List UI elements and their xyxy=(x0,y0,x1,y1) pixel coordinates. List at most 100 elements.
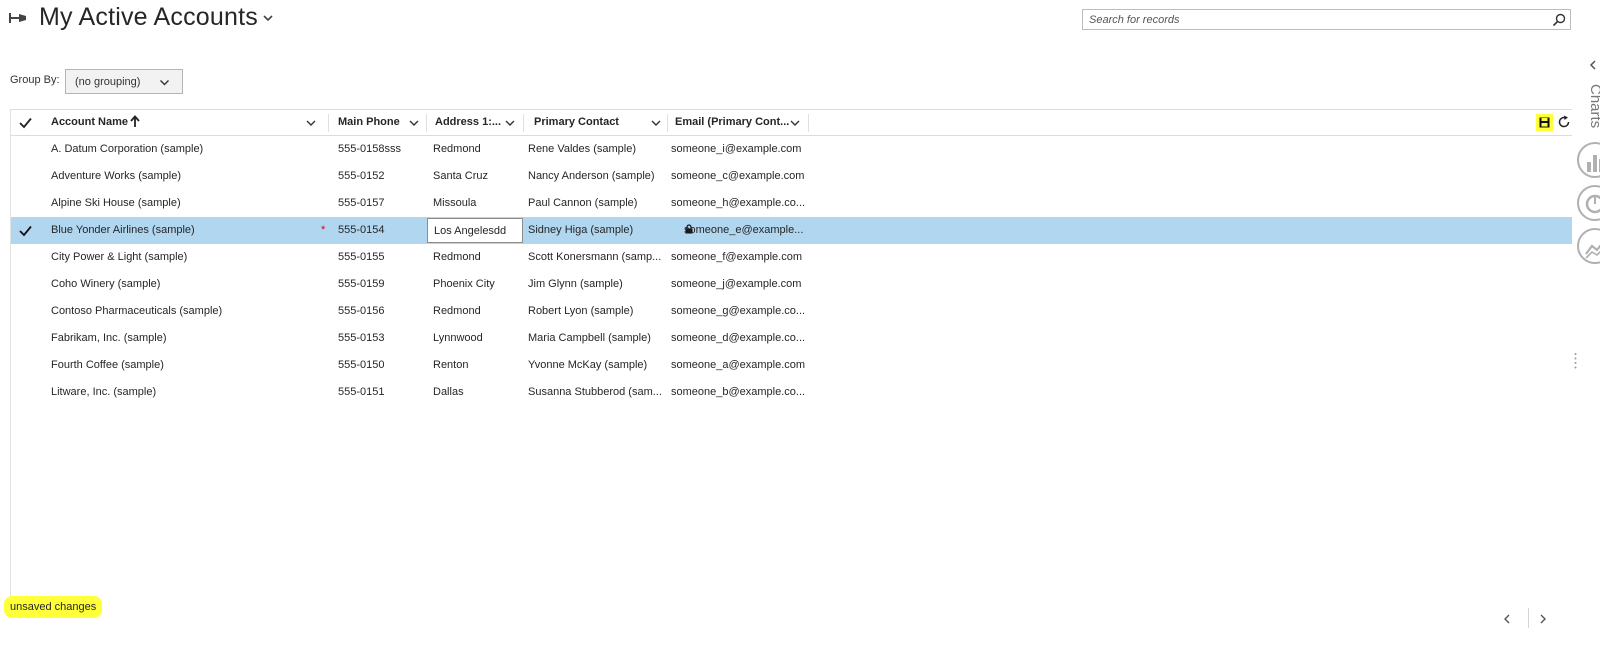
table-row[interactable]: Adventure Works (sample) 555-0152 Santa … xyxy=(11,163,1572,190)
pin-icon[interactable] xyxy=(8,10,28,26)
primary-contact-cell[interactable]: Nancy Anderson (sample) xyxy=(528,170,665,182)
column-header-account-name[interactable]: Account Name xyxy=(41,110,324,135)
main-phone-cell[interactable]: 555-0159 xyxy=(338,278,424,290)
address-city-cell[interactable]: Phoenix City xyxy=(433,278,521,290)
refresh-icon[interactable] xyxy=(1557,115,1571,129)
chevron-left-icon[interactable] xyxy=(1589,60,1597,70)
table-row[interactable]: A. Datum Corporation (sample) 555-0158ss… xyxy=(11,136,1572,163)
primary-contact-cell[interactable]: Paul Cannon (sample) xyxy=(528,197,665,209)
address-city-cell[interactable]: Redmond xyxy=(433,143,521,155)
primary-contact-cell[interactable]: Susanna Stubberod (sam... xyxy=(528,386,665,398)
address-city-edit-cell xyxy=(427,218,523,243)
main-phone-cell[interactable]: 555-0158sss xyxy=(338,143,424,155)
primary-contact-cell[interactable]: Robert Lyon (sample) xyxy=(528,305,665,317)
account-name-cell[interactable]: Coho Winery (sample) xyxy=(51,278,321,290)
bar-chart-icon[interactable] xyxy=(1577,142,1600,178)
group-by-select[interactable]: (no grouping) xyxy=(65,69,183,94)
main-phone-cell[interactable]: 555-0151 xyxy=(338,386,424,398)
main-phone-cell[interactable]: 555-0156 xyxy=(338,305,424,317)
main-phone-cell[interactable]: 555-0153 xyxy=(338,332,424,344)
email-cell[interactable]: someone_c@example.com xyxy=(671,170,806,182)
line-chart-icon[interactable] xyxy=(1577,228,1600,264)
view-selector-chevron-icon[interactable] xyxy=(262,12,274,24)
address-city-cell[interactable]: Lynnwood xyxy=(433,332,521,344)
account-name-cell[interactable]: A. Datum Corporation (sample) xyxy=(51,143,321,155)
address-city-cell[interactable]: Redmond xyxy=(433,251,521,263)
account-name-cell[interactable]: City Power & Light (sample) xyxy=(51,251,321,263)
address-city-input[interactable] xyxy=(428,219,522,242)
sort-ascending-arrow-icon xyxy=(130,115,140,127)
column-header-address-city[interactable]: Address 1:... xyxy=(429,110,521,135)
account-name-cell[interactable]: Fourth Coffee (sample) xyxy=(51,359,321,371)
account-name-cell[interactable]: Alpine Ski House (sample) xyxy=(51,197,321,209)
email-cell[interactable]: someone_a@example.com xyxy=(671,359,806,371)
email-cell[interactable]: someone_e@example... xyxy=(684,224,806,236)
table-row[interactable]: Alpine Ski House (sample) 555-0157 Misso… xyxy=(11,190,1572,217)
table-row[interactable]: Coho Winery (sample) 555-0159 Phoenix Ci… xyxy=(11,271,1572,298)
next-page-icon[interactable] xyxy=(1538,613,1548,625)
column-divider[interactable] xyxy=(426,114,427,132)
email-cell[interactable]: someone_b@example.co... xyxy=(671,386,806,398)
row-checkmark-icon[interactable] xyxy=(19,225,32,237)
main-phone-cell[interactable]: 555-0154 xyxy=(338,224,424,236)
chevron-down-icon[interactable] xyxy=(790,118,800,128)
address-city-cell[interactable]: Redmond xyxy=(433,305,521,317)
column-divider[interactable] xyxy=(328,114,329,132)
chevron-down-icon[interactable] xyxy=(505,118,515,128)
main-phone-cell[interactable]: 555-0152 xyxy=(338,170,424,182)
pie-chart-icon[interactable] xyxy=(1577,185,1600,221)
save-button[interactable] xyxy=(1536,114,1553,131)
search-icon[interactable] xyxy=(1552,13,1566,27)
column-label: Primary Contact xyxy=(534,116,619,128)
email-cell[interactable]: someone_d@example.co... xyxy=(671,332,806,344)
column-divider[interactable] xyxy=(667,114,668,132)
chevron-down-icon[interactable] xyxy=(651,118,661,128)
email-cell[interactable]: someone_g@example.co... xyxy=(671,305,806,317)
table-row[interactable]: City Power & Light (sample) 555-0155 Red… xyxy=(11,244,1572,271)
account-name-cell[interactable]: Contoso Pharmaceuticals (sample) xyxy=(51,305,321,317)
main-phone-cell[interactable]: 555-0150 xyxy=(338,359,424,371)
column-header-main-phone[interactable]: Main Phone xyxy=(331,110,424,135)
account-name-cell[interactable]: Adventure Works (sample) xyxy=(51,170,321,182)
table-row[interactable]: Litware, Inc. (sample) 555-0151 Dallas S… xyxy=(11,379,1572,406)
records-grid: Account Name Main Phone Address 1:... Pr… xyxy=(10,109,1572,604)
chevron-down-icon[interactable] xyxy=(306,118,316,128)
search-input[interactable] xyxy=(1083,10,1543,29)
column-header-email[interactable]: Email (Primary Cont... xyxy=(670,110,805,135)
column-divider[interactable] xyxy=(523,114,524,132)
table-row[interactable]: Fabrikam, Inc. (sample) 555-0153 Lynnwoo… xyxy=(11,325,1572,352)
primary-contact-cell[interactable]: Sidney Higa (sample) xyxy=(528,224,665,236)
pane-splitter-handle[interactable] xyxy=(1574,352,1577,370)
primary-contact-cell[interactable]: Maria Campbell (sample) xyxy=(528,332,665,344)
column-header-primary-contact[interactable]: Primary Contact xyxy=(526,110,663,135)
column-divider[interactable] xyxy=(808,114,809,132)
column-label: Email (Primary Cont... xyxy=(675,116,790,128)
charts-pane-label[interactable]: Charts xyxy=(1587,84,1600,128)
account-name-cell[interactable]: Fabrikam, Inc. (sample) xyxy=(51,332,321,344)
select-all-checkmark-icon[interactable] xyxy=(19,117,32,129)
address-city-cell[interactable]: Missoula xyxy=(433,197,521,209)
pager-divider xyxy=(1528,608,1529,628)
table-row[interactable]: Fourth Coffee (sample) 555-0150 Renton Y… xyxy=(11,352,1572,379)
email-cell[interactable]: someone_j@example.com xyxy=(671,278,806,290)
primary-contact-cell[interactable]: Rene Valdes (sample) xyxy=(528,143,665,155)
email-cell[interactable]: someone_i@example.com xyxy=(671,143,806,155)
account-name-cell[interactable]: Litware, Inc. (sample) xyxy=(51,386,321,398)
chevron-down-icon[interactable] xyxy=(409,118,419,128)
previous-page-icon[interactable] xyxy=(1502,613,1512,625)
address-city-cell[interactable]: Dallas xyxy=(433,386,521,398)
email-cell[interactable]: someone_h@example.co... xyxy=(671,197,806,209)
main-phone-cell[interactable]: 555-0157 xyxy=(338,197,424,209)
primary-contact-cell[interactable]: Jim Glynn (sample) xyxy=(528,278,665,290)
account-name-cell[interactable]: Blue Yonder Airlines (sample) xyxy=(51,224,316,236)
email-cell[interactable]: someone_f@example.com xyxy=(671,251,806,263)
address-city-cell[interactable]: Renton xyxy=(433,359,521,371)
page: My Active Accounts Group By: (no groupin… xyxy=(0,0,1600,648)
group-by-value: (no grouping) xyxy=(75,76,141,88)
primary-contact-cell[interactable]: Scott Konersmann (samp... xyxy=(528,251,665,263)
primary-contact-cell[interactable]: Yvonne McKay (sample) xyxy=(528,359,665,371)
main-phone-cell[interactable]: 555-0155 xyxy=(338,251,424,263)
table-row-selected[interactable]: Blue Yonder Airlines (sample) * 555-0154… xyxy=(11,217,1572,244)
address-city-cell[interactable]: Santa Cruz xyxy=(433,170,521,182)
table-row[interactable]: Contoso Pharmaceuticals (sample) 555-015… xyxy=(11,298,1572,325)
